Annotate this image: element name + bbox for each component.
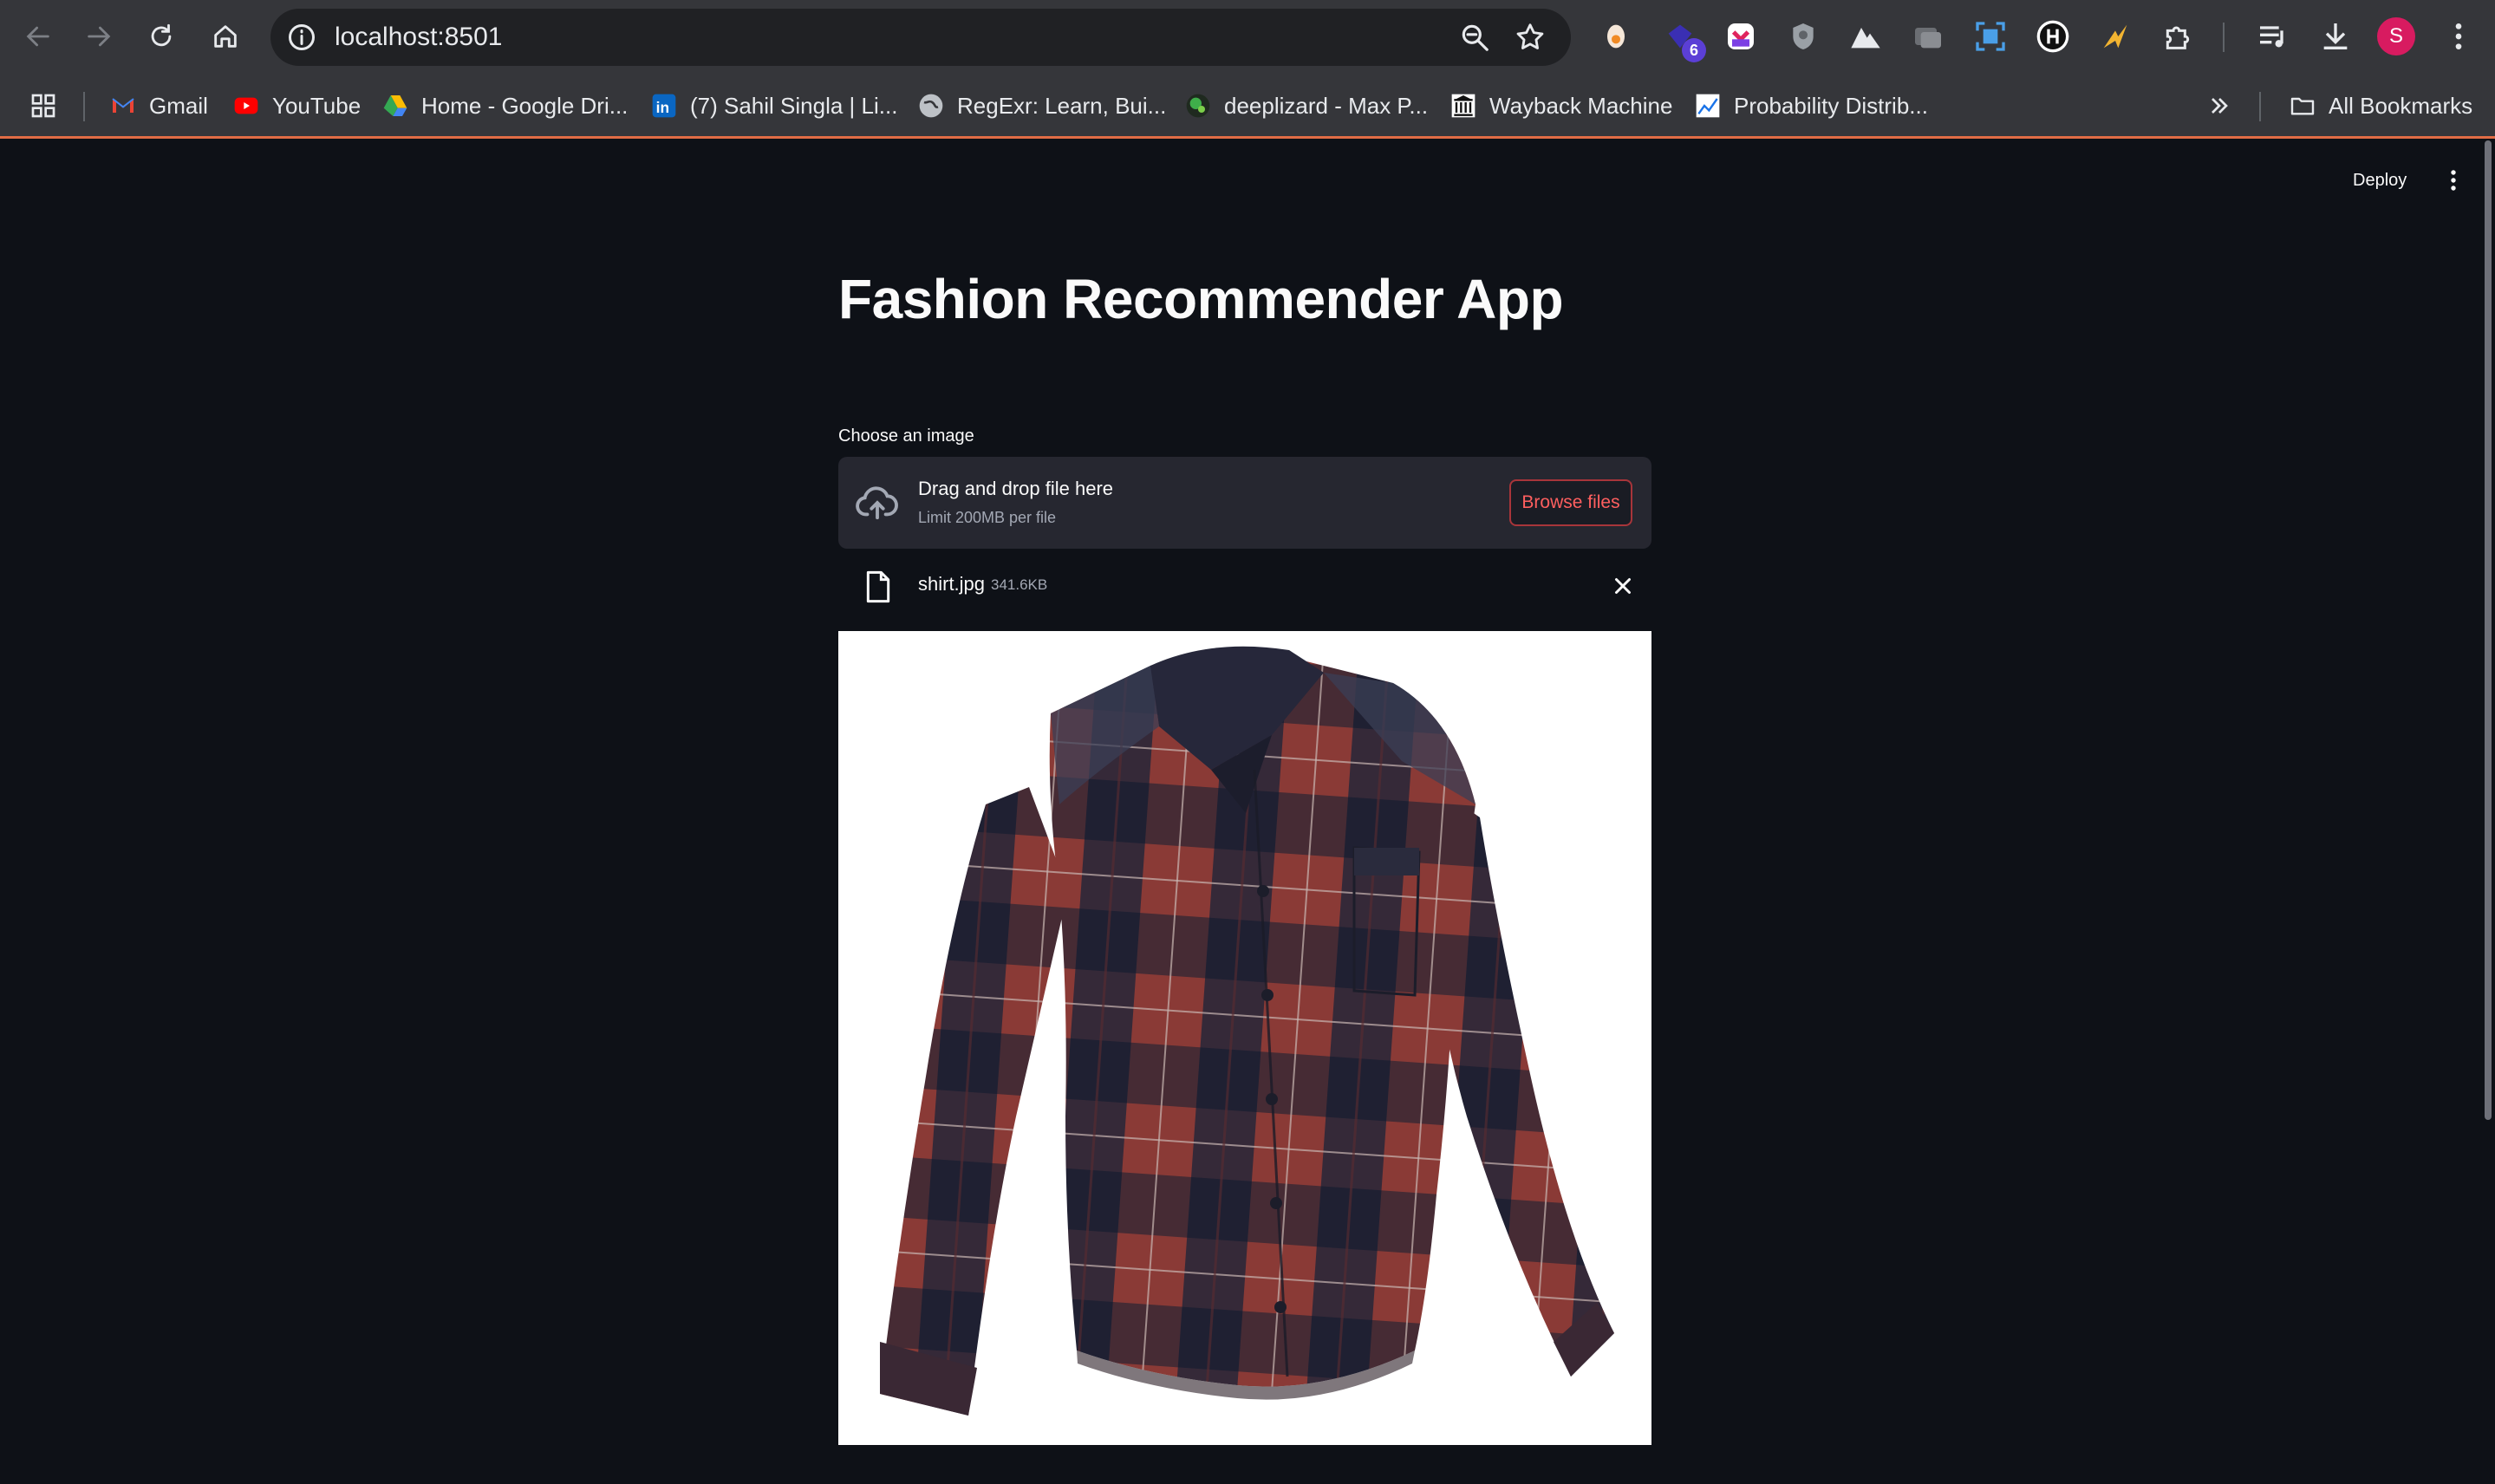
app-page: Deploy Fashion Recommender App Choose an… bbox=[0, 140, 2495, 1484]
bookmark-label: Wayback Machine bbox=[1489, 92, 1673, 119]
file-icon bbox=[866, 570, 890, 603]
bookmark-label: (7) Sahil Singla | Li... bbox=[690, 92, 898, 119]
page-title: Fashion Recommender App bbox=[838, 268, 1564, 330]
google-drive-icon bbox=[381, 92, 409, 120]
all-bookmarks-button[interactable]: All Bookmarks bbox=[2289, 73, 2472, 139]
bookmarks-bar: Gmail YouTube Home - Google Dri... in (7… bbox=[0, 73, 2495, 139]
bookmark-label: deeplizard - Max P... bbox=[1224, 92, 1429, 119]
extension-lightning-icon[interactable] bbox=[2096, 17, 2134, 55]
bookmark-google-drive[interactable]: Home - Google Dri... bbox=[381, 73, 628, 139]
all-bookmarks-label: All Bookmarks bbox=[2329, 92, 2473, 119]
wayback-machine-icon bbox=[1449, 92, 1477, 120]
extension-mountain-icon[interactable] bbox=[1847, 17, 1885, 55]
bookmark-probability[interactable]: Probability Distrib... bbox=[1694, 73, 1928, 139]
folder-icon bbox=[2289, 92, 2316, 120]
bookmark-label: Home - Google Dri... bbox=[421, 92, 629, 119]
apps-grid-icon bbox=[29, 92, 57, 120]
toolbar-separator bbox=[2223, 23, 2225, 52]
extension-badge-icon[interactable]: 6 bbox=[1661, 17, 1706, 62]
cloud-upload-icon bbox=[856, 486, 898, 520]
gmail-icon bbox=[109, 92, 137, 120]
home-button[interactable] bbox=[201, 12, 250, 61]
bookmark-wayback[interactable]: Wayback Machine bbox=[1449, 73, 1672, 139]
extensions-puzzle-icon[interactable] bbox=[2159, 17, 2197, 55]
bookmark-gmail[interactable]: Gmail bbox=[109, 73, 208, 139]
plaid-shirt-image bbox=[838, 631, 1651, 1445]
arrow-left-icon bbox=[26, 26, 49, 47]
chart-icon bbox=[1694, 92, 1722, 120]
bookmark-label: Gmail bbox=[149, 92, 208, 119]
uploaded-file-size: 341.6KB bbox=[991, 576, 1048, 593]
forward-button[interactable] bbox=[75, 12, 123, 61]
browser-toolbar: localhost:8501 6 S bbox=[0, 0, 2495, 73]
bookmark-star-icon[interactable] bbox=[1514, 21, 1547, 54]
extension-pocket-icon[interactable] bbox=[1722, 17, 1760, 55]
browser-menu-icon[interactable] bbox=[2440, 17, 2478, 55]
bookmark-linkedin[interactable]: in (7) Sahil Singla | Li... bbox=[650, 73, 897, 139]
bookmarks-separator bbox=[2259, 92, 2261, 121]
zoom-icon[interactable] bbox=[1458, 21, 1491, 54]
app-menu-icon[interactable] bbox=[2438, 165, 2469, 196]
uploader-label: Choose an image bbox=[838, 426, 974, 446]
reload-icon bbox=[151, 23, 172, 47]
extension-honey-icon[interactable] bbox=[1597, 17, 1635, 55]
uploaded-file-row: shirt.jpg 341.6KB bbox=[838, 561, 1651, 609]
dropzone-instructions: Drag and drop file here bbox=[918, 478, 1114, 499]
svg-text:in: in bbox=[656, 99, 669, 116]
bookmarks-separator bbox=[83, 92, 85, 121]
bookmark-label: Probability Distrib... bbox=[1734, 92, 1928, 119]
bookmark-label: RegExr: Learn, Bui... bbox=[957, 92, 1167, 119]
close-icon[interactable] bbox=[1610, 573, 1636, 599]
extension-shield-icon[interactable] bbox=[1784, 17, 1822, 55]
chevron-double-right-icon bbox=[2205, 92, 2233, 120]
extension-tabs-icon[interactable] bbox=[1909, 17, 1947, 55]
extension-screenshot-icon[interactable] bbox=[1971, 17, 2010, 55]
youtube-icon bbox=[232, 92, 260, 120]
profile-avatar[interactable]: S bbox=[2377, 17, 2415, 55]
deploy-button[interactable]: Deploy bbox=[2353, 163, 2407, 198]
bookmark-label: YouTube bbox=[272, 92, 362, 119]
linkedin-icon: in bbox=[650, 92, 678, 120]
bookmark-regexr[interactable]: RegExr: Learn, Bui... bbox=[917, 73, 1166, 139]
bookmark-youtube[interactable]: YouTube bbox=[232, 73, 361, 139]
url-text[interactable]: localhost:8501 bbox=[335, 9, 502, 66]
home-icon bbox=[214, 25, 237, 48]
extension-h-icon[interactable] bbox=[2034, 17, 2072, 55]
downloads-icon[interactable] bbox=[2316, 17, 2355, 55]
media-controls-icon[interactable] bbox=[2254, 17, 2292, 55]
dropzone-limit: Limit 200MB per file bbox=[918, 509, 1057, 526]
arrow-right-icon bbox=[88, 26, 111, 47]
page-scrollbar[interactable] bbox=[2485, 140, 2492, 1120]
browse-files-button[interactable]: Browse files bbox=[1509, 479, 1632, 526]
apps-button[interactable] bbox=[29, 73, 69, 139]
deeplizard-icon bbox=[1184, 92, 1212, 120]
uploaded-image bbox=[838, 631, 1651, 1445]
file-dropzone[interactable]: Drag and drop file here Limit 200MB per … bbox=[838, 457, 1651, 549]
extension-count-badge: 6 bbox=[1682, 38, 1706, 62]
bookmarks-overflow-button[interactable] bbox=[2205, 73, 2245, 139]
reload-button[interactable] bbox=[137, 12, 186, 61]
back-button[interactable] bbox=[14, 12, 62, 61]
site-info-icon[interactable] bbox=[286, 22, 317, 53]
bookmark-deeplizard[interactable]: deeplizard - Max P... bbox=[1184, 73, 1428, 139]
globe-icon bbox=[917, 92, 945, 120]
address-bar[interactable]: localhost:8501 bbox=[270, 9, 1571, 66]
uploaded-file-name: shirt.jpg bbox=[918, 573, 986, 595]
